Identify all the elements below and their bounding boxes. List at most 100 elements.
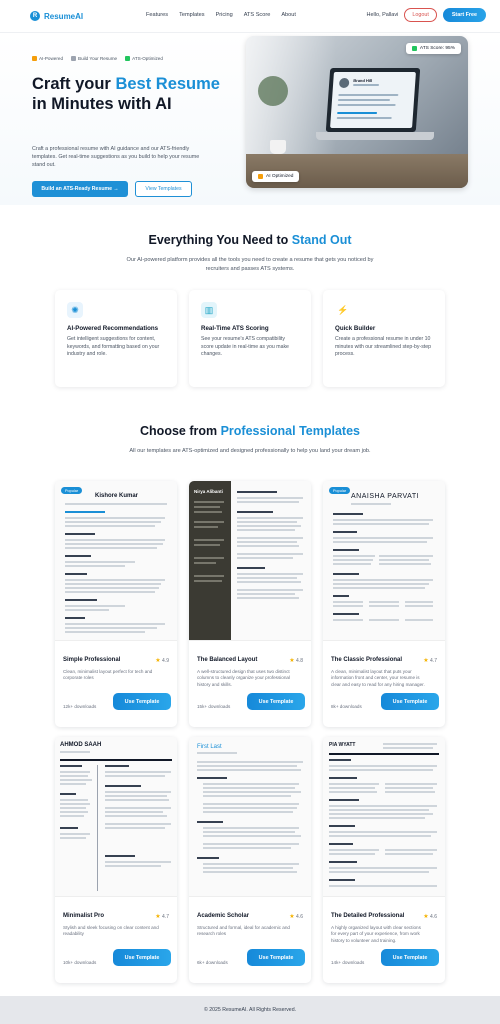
badge-label: Build Your Resume (78, 56, 118, 61)
template-name: The Classic Professional (331, 657, 403, 663)
feature-description: See your resume's ATS compatibility scor… (201, 336, 289, 357)
features-subtitle: Our AI-powered platform provides all the… (126, 257, 374, 272)
hero-title-part: Craft your (32, 75, 116, 93)
template-card-simple-professional[interactable]: Popular Kishore Kumar Simple Professiona… (55, 481, 177, 727)
badge-label: ATS-Optimized (132, 56, 163, 61)
use-template-button[interactable]: Use Template (381, 949, 439, 966)
ai-optimized-text: AI Optimized (266, 174, 294, 179)
rating-value: 4.7 (162, 914, 169, 920)
hero-title-part: in Minutes with AI (32, 95, 172, 113)
badge-ats-optimized: ATS-Optimized (125, 56, 163, 61)
template-downloads: 8k+ downloads (331, 704, 362, 709)
use-template-button[interactable]: Use Template (247, 949, 305, 966)
template-description: A clean, minimalist layout that puts you… (331, 669, 425, 687)
template-rating: ★ 4.9 (155, 657, 169, 664)
nav-link-features[interactable]: Features (146, 12, 168, 18)
hero-description: Craft a professional resume with AI guid… (32, 146, 200, 168)
nav-link-ats-score[interactable]: ATS Score (244, 12, 271, 18)
template-name: The Balanced Layout (197, 657, 258, 663)
build-resume-button[interactable]: Build an ATS-Ready Resume → (32, 181, 128, 197)
features-title-part: Everything You Need to (148, 233, 292, 247)
check-icon (125, 56, 131, 61)
template-rating: ★ 4.7 (155, 913, 169, 920)
preview-name: ANAISHA PARVATI (351, 493, 420, 500)
template-description: A highly organized layout with clear sec… (331, 925, 421, 943)
start-free-button[interactable]: Start Free (442, 8, 486, 22)
badge-build-resume: Build Your Resume (71, 56, 117, 61)
feature-card-ai: ✺ AI-Powered Recommendations Get intelli… (55, 290, 177, 387)
templates-title-accent: Professional Templates (220, 424, 360, 438)
template-card-minimalist-pro[interactable]: AHMOD SAAH Minimalist Pro ★ 4.7 Stylish … (55, 737, 177, 983)
template-rating: ★ 4.7 (423, 657, 437, 664)
nav-links: Features Templates Pricing ATS Score Abo… (146, 12, 296, 18)
nav-actions: Hello, Pallavi Logout Start Free (367, 8, 486, 22)
use-template-button[interactable]: Use Template (113, 949, 171, 966)
top-navbar: R ResumeAI Features Templates Pricing AT… (0, 0, 500, 33)
star-icon: ★ (155, 658, 161, 664)
copyright-text: © 2025 ResumeAI. All Rights Reserved. (203, 1007, 297, 1013)
templates-subtitle: All our templates are ATS-optimized and … (129, 448, 371, 454)
feature-card-ats: ▥ Real-Time ATS Scoring See your resume'… (189, 290, 311, 387)
templates-title: Choose from Professional Templates (0, 424, 500, 438)
laptop-base (316, 132, 434, 140)
plant-decoration (258, 76, 288, 106)
template-card-detailed-professional[interactable]: PIA WYATT The Detailed Professional ★ 4.… (323, 737, 445, 983)
ai-optimized-chip: AI Optimized (252, 171, 300, 182)
preview-name: PIA WYATT (329, 742, 356, 748)
template-card-academic-scholar[interactable]: First Last Academic Scholar ★ 4.6 Struct… (189, 737, 311, 983)
lightning-icon: ⚡ (335, 302, 351, 318)
feature-card-builder: ⚡ Quick Builder Create a professional re… (323, 290, 445, 387)
badge-label: AI-Powered (39, 56, 64, 61)
user-greeting: Hello, Pallavi (366, 12, 399, 18)
template-downloads: 10k+ downloads (63, 960, 97, 965)
nav-link-about[interactable]: About (281, 12, 296, 18)
template-preview: Popular Kishore Kumar (55, 481, 177, 641)
logout-button[interactable]: Logout (404, 8, 437, 22)
template-name: Academic Scholar (197, 913, 250, 919)
template-description: Structured and formal, ideal for academi… (197, 925, 290, 937)
sparkle-icon (258, 174, 263, 179)
features-title: Everything You Need to Stand Out (0, 233, 500, 247)
template-name: Simple Professional (63, 657, 121, 663)
rating-value: 4.6 (296, 914, 303, 920)
feature-title: Real-Time ATS Scoring (201, 325, 269, 332)
preview-name: AHMOD SAAH (60, 742, 102, 748)
template-downloads: 14k+ downloads (331, 960, 365, 965)
nav-link-templates[interactable]: Templates (179, 12, 205, 18)
sparkle-icon (32, 56, 37, 61)
star-icon: ★ (423, 658, 429, 664)
ats-score-chip: ATS Score: 95% (405, 43, 461, 54)
star-icon: ★ (289, 658, 295, 664)
logo[interactable]: R ResumeAI (30, 11, 83, 21)
laptop-screen: Brand Hill (325, 68, 421, 132)
feature-title: Quick Builder (335, 325, 376, 332)
template-card-classic-professional[interactable]: Popular ANAISHA PARVATI The Classic Prof… (323, 481, 445, 727)
footer: © 2025 ResumeAI. All Rights Reserved. (0, 996, 500, 1024)
check-icon (411, 46, 417, 51)
template-description: Stylish and sleek focusing on clear cont… (63, 925, 159, 937)
rating-value: 4.6 (430, 914, 437, 920)
feature-description: Create a professional resume in under 10… (335, 336, 432, 357)
use-template-button[interactable]: Use Template (381, 693, 439, 710)
view-templates-button[interactable]: View Templates (135, 181, 192, 197)
popular-badge: Popular (61, 487, 83, 494)
hero-section: AI-Powered Build Your Resume ATS-Optimiz… (0, 33, 500, 205)
logo-icon: R (30, 11, 40, 21)
document-icon (71, 56, 77, 61)
template-preview: Popular ANAISHA PARVATI (323, 481, 445, 641)
logo-text: ResumeAI (44, 11, 84, 21)
preview-name: First Last (197, 744, 222, 750)
use-template-button[interactable]: Use Template (247, 693, 305, 710)
features-title-accent: Stand Out (291, 233, 352, 247)
template-preview: AHMOD SAAH (55, 737, 177, 897)
rating-value: 4.7 (430, 658, 437, 664)
hero-badges: AI-Powered Build Your Resume ATS-Optimiz… (32, 56, 163, 61)
nav-link-pricing[interactable]: Pricing (216, 12, 233, 18)
rating-value: 4.9 (162, 658, 169, 664)
template-downloads: 15k+ downloads (197, 704, 231, 709)
feature-description: Get intelligent suggestions for content,… (67, 336, 160, 357)
template-rating: ★ 4.6 (423, 913, 437, 920)
template-card-balanced-layout[interactable]: Nirya Alibanti The Balanced Layout ★ 4.8… (189, 481, 311, 727)
chart-icon: ▥ (201, 302, 217, 318)
use-template-button[interactable]: Use Template (113, 693, 171, 710)
